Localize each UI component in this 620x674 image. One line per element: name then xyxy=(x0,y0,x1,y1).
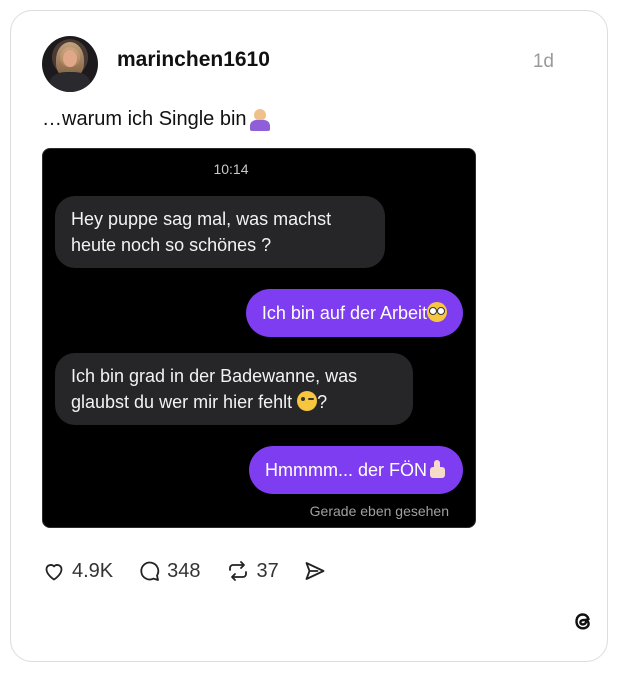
heart-icon xyxy=(45,564,63,581)
seen-status: Gerade eben gesehen xyxy=(309,503,449,519)
post-timestamp: 1d xyxy=(532,51,554,72)
comment-count: 348 xyxy=(167,559,201,582)
chat-time: 10:14 xyxy=(213,161,249,177)
message-outgoing: Ich bin auf der Arbeit xyxy=(245,289,463,337)
like-count: 4.9K xyxy=(72,559,114,582)
message-incoming: Hey puppe sag mal, was machst heute noch… xyxy=(55,196,385,268)
username[interactable]: marinchen1610 xyxy=(117,48,270,72)
threads-logo-icon[interactable] xyxy=(570,608,596,634)
message-text: Hmmmm... der FÖN xyxy=(265,460,427,480)
share-button[interactable] xyxy=(303,559,333,583)
comment-button[interactable]: 348 xyxy=(137,559,201,583)
comment-bubble-icon xyxy=(140,561,160,581)
avatar[interactable] xyxy=(42,36,98,92)
person-shrugging-emoji-icon xyxy=(249,108,271,131)
like-button[interactable]: 4.9K xyxy=(42,559,113,583)
repost-count: 37 xyxy=(256,559,279,582)
flushed-face-emoji-icon xyxy=(427,302,447,322)
message-text: Ich bin auf der Arbeit xyxy=(261,303,427,323)
caption-text: …warum ich Single bin xyxy=(42,108,247,130)
send-icon xyxy=(305,562,325,580)
action-bar: 4.9K 348 37 xyxy=(42,557,333,585)
post-caption: …warum ich Single bin xyxy=(42,108,271,131)
thumbs-up-emoji-icon xyxy=(427,459,447,479)
repost-button[interactable]: 37 xyxy=(225,559,279,583)
chat-screenshot-image[interactable]: 10:14 Hey puppe sag mal, was machst heut… xyxy=(42,148,476,528)
repost-icon xyxy=(228,561,247,581)
message-suffix: ? xyxy=(317,392,328,412)
message-text: Hey puppe sag mal, was machst heute noch… xyxy=(71,209,332,255)
message-outgoing: Hmmmm... der FÖN xyxy=(249,446,463,494)
message-incoming: Ich bin grad in der Badewanne, was glaub… xyxy=(55,353,413,425)
winking-face-emoji-icon xyxy=(297,391,318,411)
